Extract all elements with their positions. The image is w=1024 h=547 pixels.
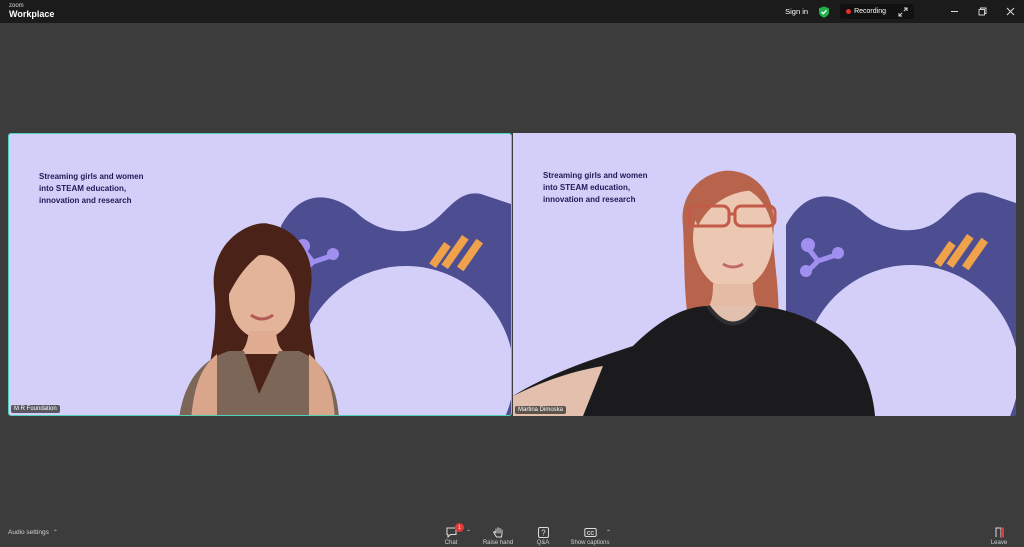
expand-icon[interactable]	[898, 7, 908, 17]
restore-button[interactable]	[968, 0, 996, 23]
raise-hand-icon	[492, 527, 502, 538]
participant-video-woman-1	[179, 223, 339, 415]
leave-button[interactable]: Leave	[974, 526, 1024, 546]
leave-label: Leave	[990, 540, 1008, 546]
raise-hand-button[interactable]: Raise hand	[473, 526, 523, 546]
participant-name-tag: M R Foundation	[11, 405, 60, 413]
restore-icon	[978, 7, 986, 16]
close-icon	[1006, 7, 1014, 16]
svg-text:?: ?	[541, 529, 546, 538]
brand-large: Workplace	[9, 9, 55, 19]
raise-hand-label: Raise hand	[482, 540, 514, 546]
app-logo: zoom Workplace	[9, 3, 54, 19]
audio-settings-label: Audio settings	[8, 529, 49, 536]
recording-dot-icon	[846, 9, 852, 14]
recording-indicator[interactable]: Recording	[840, 4, 914, 19]
captions-label: Show captions	[570, 540, 610, 546]
chat-unread-badge: 1	[455, 523, 464, 532]
participant-video-woman-2	[513, 170, 875, 416]
video-tile-martina-dimoska[interactable]: Streaming girls and women into STEAM edu…	[513, 133, 1016, 416]
qa-label: Q&A	[536, 540, 550, 546]
close-button[interactable]	[996, 0, 1024, 23]
participant-name-tag: Martina Dimoska	[515, 406, 567, 414]
recording-label: Recording	[854, 8, 886, 15]
security-shield-icon[interactable]	[818, 6, 830, 18]
tile-tagline: Streaming girls and women into STEAM edu…	[39, 172, 144, 205]
chat-label: Chat	[444, 540, 458, 546]
video-tile-mr-foundation[interactable]: Streaming girls and women into STEAM edu…	[8, 133, 512, 416]
sign-in-link[interactable]: Sign in	[785, 7, 808, 16]
minimize-icon	[950, 11, 958, 12]
minimize-button[interactable]	[940, 0, 968, 23]
captions-options-chevron-icon[interactable]: ⌃	[606, 529, 611, 536]
qa-icon: ?	[537, 527, 549, 538]
chat-options-chevron-icon[interactable]: ⌃	[466, 529, 471, 536]
meeting-toolbar: Audio settings ⌃ 1 Chat ⌃ Raise hand ? Q…	[0, 521, 1024, 547]
title-bar: zoom Workplace Sign in Recording	[0, 0, 1024, 23]
closed-captions-icon: CC	[583, 528, 597, 537]
qa-button[interactable]: ? Q&A	[518, 526, 568, 546]
chevron-up-icon[interactable]: ⌃	[53, 529, 58, 536]
audio-settings-button[interactable]: Audio settings ⌃	[8, 529, 58, 536]
svg-text:CC: CC	[586, 531, 594, 537]
leave-icon	[995, 527, 1004, 538]
